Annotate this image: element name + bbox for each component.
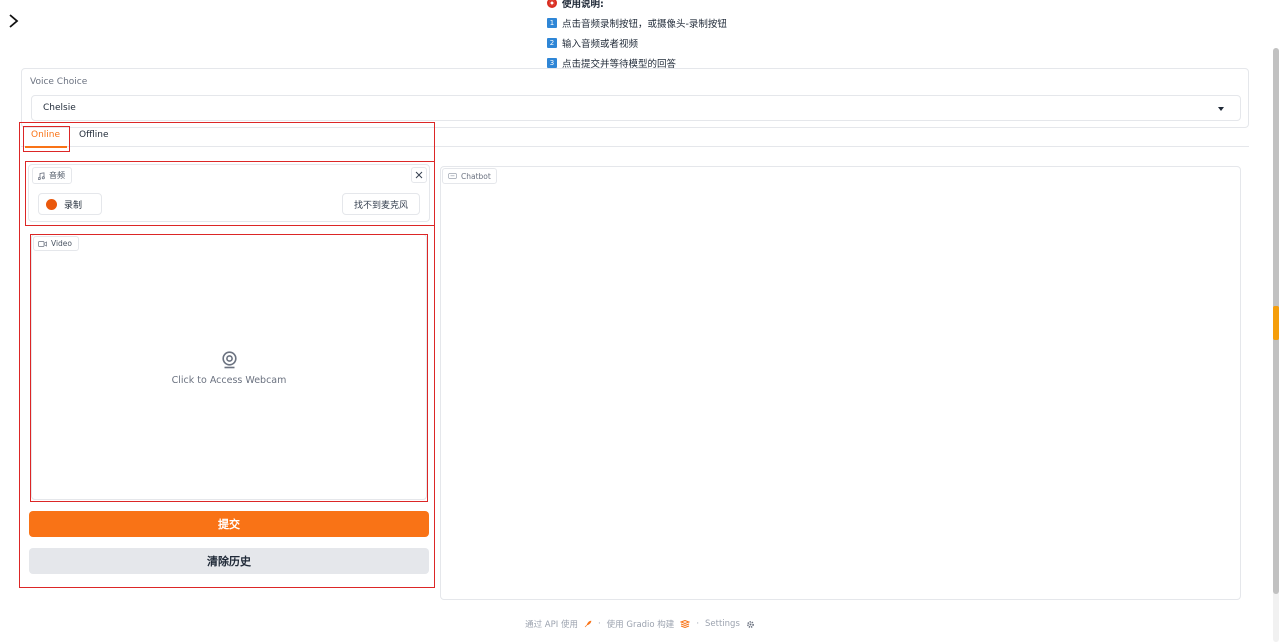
footer-separator: · [597,619,601,629]
voice-choice-value: Chelsie [43,103,76,113]
chatbot-panel: Chatbot [440,166,1241,600]
chat-icon [448,172,457,179]
gear-icon[interactable] [746,620,755,629]
highlight-box-video [30,234,428,502]
chatbot-label-badge: Chatbot [442,168,497,184]
instruction-step: 2 输入音频或者视频 [547,33,727,53]
instruction-step-text: 输入音频或者视频 [562,39,639,50]
instructions: 使用说明: 1 点击音频录制按钮，或摄像头-录制按钮 2 输入音频或者视频 3 … [547,0,727,73]
instruction-step-text: 点击音频录制按钮，或摄像头-录制按钮 [562,19,727,30]
highlight-box-online-tab [23,126,70,152]
chatbot-label: Chatbot [461,171,491,181]
number-2-icon: 2 [547,38,557,48]
voice-choice-label: Voice Choice [30,77,88,87]
scrollbar[interactable] [1273,48,1279,642]
instructions-title-line: 使用说明: [547,0,727,13]
chevron-right-icon[interactable] [6,12,22,30]
scrollbar-marker [1273,306,1279,340]
footer-settings-link[interactable]: Settings [705,619,740,629]
footer: 通过 API 使用 · 使用 Gradio 构建 · Settings [0,618,1280,630]
rocket-icon [584,620,592,628]
voice-choice-block: Voice Choice Chelsie [21,68,1249,128]
gradio-logo-icon [680,620,691,628]
footer-gradio-link[interactable]: 使用 Gradio 构建 [607,618,675,630]
voice-choice-dropdown[interactable]: Chelsie [31,95,1241,121]
highlight-box-audio [25,161,435,226]
dropdown-arrow-icon [1218,107,1224,111]
number-3-icon: 3 [547,58,557,68]
number-1-icon: 1 [547,18,557,28]
target-icon [547,0,557,8]
instruction-step: 1 点击音频录制按钮，或摄像头-录制按钮 [547,13,727,33]
footer-api-link[interactable]: 通过 API 使用 [525,618,578,630]
footer-separator: · [696,619,700,629]
instructions-title: 使用说明: [562,0,604,10]
